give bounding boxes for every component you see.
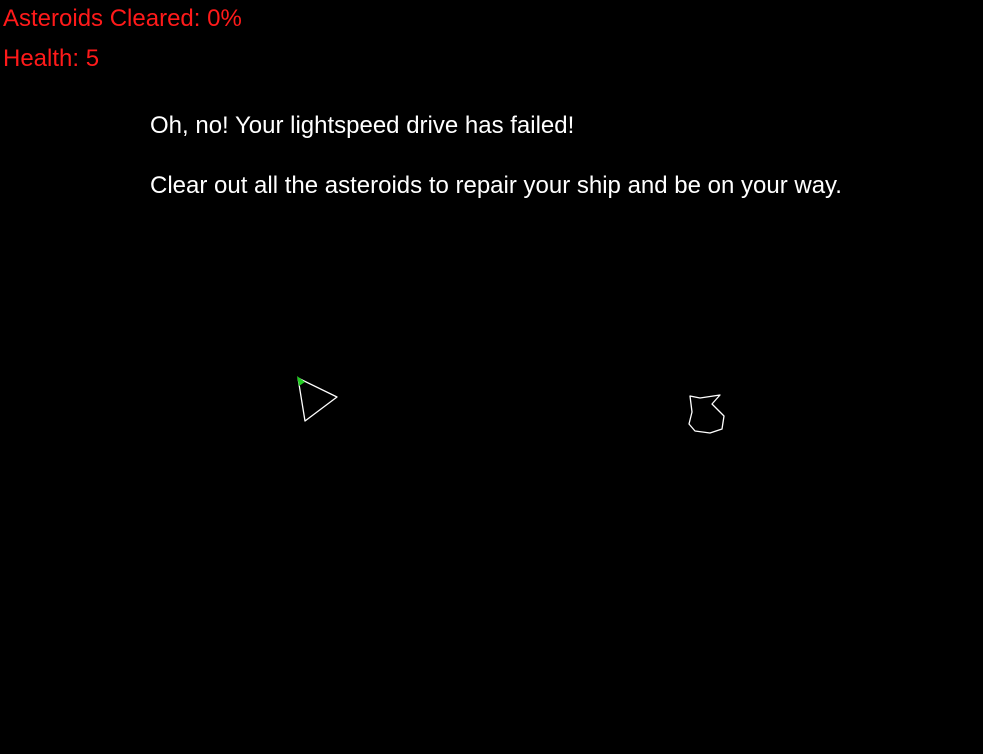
game-canvas[interactable]: Asteroids Cleared: 0% Health: 5 Oh, no! … xyxy=(0,0,983,754)
playfield xyxy=(297,376,725,434)
asteroid xyxy=(688,394,725,434)
player-ship xyxy=(297,376,338,422)
ship-hull xyxy=(297,377,338,422)
